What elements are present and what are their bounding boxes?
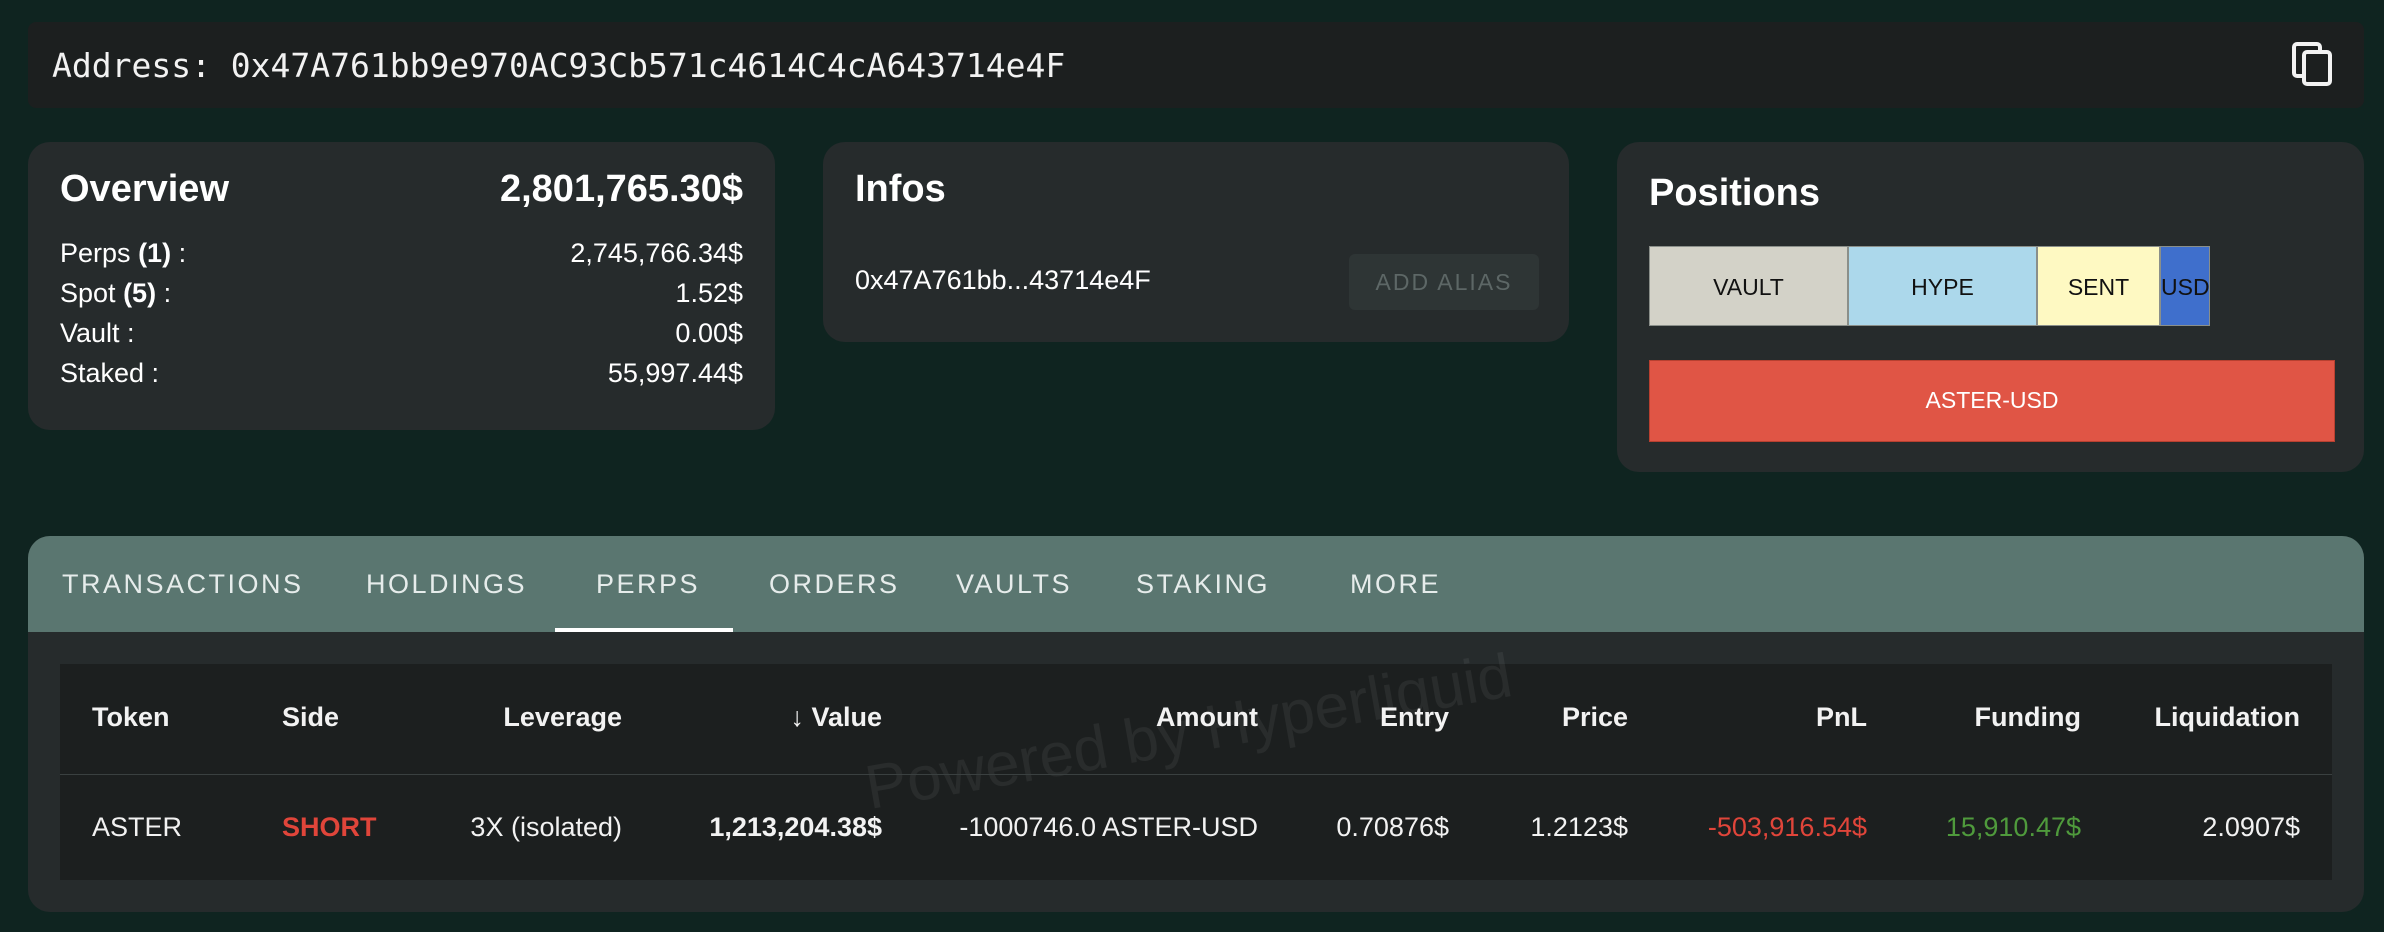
cell-side: SHORT [282,812,377,842]
perps-count: (1) [138,238,172,268]
cell-leverage: 3X (isolated) [470,812,622,842]
header-funding[interactable]: Funding [1975,702,2081,733]
holdings-distribution-bar: VAULTHYPESENTUSDC [1649,246,2335,326]
header-value-label: Value [811,702,882,732]
header-amount[interactable]: Amount [1156,702,1258,733]
overview-row-perps: Perps (1) : 2,745,766.34$ [60,238,743,268]
add-alias-button[interactable]: ADD ALIAS [1349,254,1539,310]
spot-count: (5) [123,278,157,308]
tab-perps[interactable]: PERPS [596,536,700,632]
header-liquidation[interactable]: Liquidation [2155,702,2300,733]
spot-label: Spot [60,278,116,308]
header-price[interactable]: Price [1562,702,1628,733]
cell-funding: 15,910.47$ [1945,812,2081,842]
header-token[interactable]: Token [92,702,170,733]
staked-label: Staked : [60,358,160,388]
tab-bar: TRANSACTIONS HOLDINGS PERPS ORDERS VAULT… [28,536,2364,632]
perps-table: Powered by Hyperliquid Token Side Levera… [60,641,2332,880]
header-value[interactable]: ↓ Value [790,702,882,733]
overview-row-spot: Spot (5) : 1.52$ [60,278,743,308]
staked-value: 55,997.44$ [607,358,743,388]
header-pnl[interactable]: PnL [1816,702,1867,733]
header-leverage[interactable]: Leverage [503,702,622,733]
cell-token: ASTER [92,812,183,842]
sort-down-icon: ↓ [790,702,804,732]
address-bar: Address: 0x47A761bb9e970AC93Cb571c4614C4… [28,22,2364,108]
tab-holdings[interactable]: HOLDINGS [366,536,527,632]
tab-staking[interactable]: STAKING [1136,536,1270,632]
overview-title: Overview [60,168,229,210]
short-address: 0x47A761bb...43714e4F [855,265,1151,295]
spot-value: 1.52$ [675,278,743,308]
details-panel: TRANSACTIONS HOLDINGS PERPS ORDERS VAULT… [28,536,2364,912]
holding-segment-usdc[interactable]: USDC [2160,246,2210,326]
cell-amount: -1000746.0 ASTER-USD [959,812,1258,842]
holding-segment-sent[interactable]: SENT [2037,246,2160,326]
vault-value: 0.00$ [675,318,743,348]
infos-card: Infos 0x47A761bb...43714e4F ADD ALIAS [823,142,1569,342]
overview-card: Overview 2,801,765.30$ Perps (1) : 2,745… [28,142,775,430]
cell-value: 1,213,204.38$ [709,812,882,842]
perps-value: 2,745,766.34$ [570,238,743,268]
address-text: Address: 0x47A761bb9e970AC93Cb571c4614C4… [52,46,1066,85]
vault-label: Vault : [60,318,135,348]
header-entry[interactable]: Entry [1380,702,1449,733]
cell-liquidation: 2.0907$ [2202,812,2300,842]
tab-vaults[interactable]: VAULTS [956,536,1072,632]
tab-transactions[interactable]: TRANSACTIONS [62,536,304,632]
overview-row-staked: Staked : 55,997.44$ [60,358,743,398]
holding-segment-hype[interactable]: HYPE [1848,246,2037,326]
holding-segment-vault[interactable]: VAULT [1649,246,1848,326]
perps-label: Perps [60,238,131,268]
cell-price: 1.2123$ [1530,812,1628,842]
active-tab-indicator [555,628,733,632]
cell-pnl: -503,916.54$ [1707,812,1867,842]
header-side[interactable]: Side [282,702,339,733]
positions-card: Positions VAULTHYPESENTUSDC ASTER-USD [1617,142,2364,472]
tab-more[interactable]: MORE [1350,536,1441,632]
infos-title: Infos [855,168,946,210]
perp-position-aster-usd[interactable]: ASTER-USD [1649,360,2335,442]
copy-icon[interactable] [2288,40,2336,88]
overview-row-vault: Vault : 0.00$ [60,318,743,358]
positions-title: Positions [1649,172,1821,214]
cell-entry: 0.70876$ [1336,812,1449,842]
overview-total: 2,801,765.30$ [499,168,743,210]
row-divider [60,774,2332,775]
tab-orders[interactable]: ORDERS [769,536,900,632]
